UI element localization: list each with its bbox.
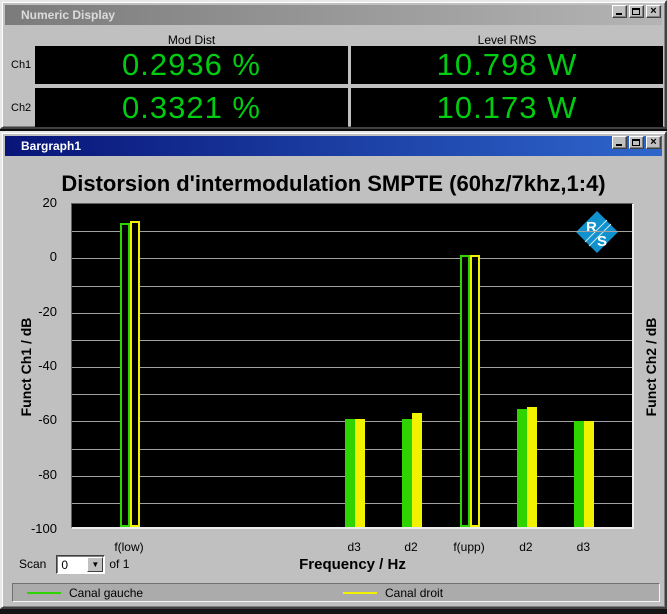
bar-d3-gauche <box>345 419 355 527</box>
maximize-button[interactable] <box>629 5 644 18</box>
bar-d3-droit <box>584 421 594 527</box>
close-icon: × <box>647 136 660 149</box>
x-axis-label: Frequency / Hz <box>71 556 634 573</box>
bar-f(low)-gauche <box>120 223 130 527</box>
y-tick-label: 20 <box>2 195 64 210</box>
legend-swatch-canal-gauche <box>27 592 61 594</box>
ch1-level-rms-value: 10.798 W <box>351 46 663 84</box>
chart-title: Distorsion d'intermodulation SMPTE (60hz… <box>2 171 665 197</box>
close-button[interactable]: × <box>646 136 661 149</box>
minimize-button[interactable] <box>612 5 627 18</box>
gridline <box>72 313 632 314</box>
ch1-mod-dist-value: 0.2936 % <box>35 46 348 84</box>
bar-d2-droit <box>527 407 537 527</box>
bar-f(upp)-gauche <box>460 255 470 527</box>
close-button[interactable]: × <box>646 5 661 18</box>
ch2-label: Ch2 <box>11 102 31 114</box>
y-axis-label-right: Funct Ch2 / dB <box>643 312 659 422</box>
category-label-d3: d3 <box>548 540 618 554</box>
legend-label-canal-droit: Canal droit <box>385 586 443 600</box>
svg-text:S: S <box>597 233 607 250</box>
ch2-level-rms-value: 10.173 W <box>351 88 663 127</box>
legend: Canal gauche Canal droit <box>12 583 660 602</box>
gridline <box>72 258 632 259</box>
bar-f(low)-droit <box>130 221 140 527</box>
legend-label-canal-gauche: Canal gauche <box>69 586 143 600</box>
bar-d3-droit <box>355 419 365 527</box>
maximize-button[interactable] <box>629 136 644 149</box>
svg-text:R: R <box>586 219 597 236</box>
scan-dropdown[interactable]: 0 ▼ <box>56 555 105 574</box>
ch1-label: Ch1 <box>11 59 31 71</box>
gridline <box>72 340 632 341</box>
scan-suffix: of 1 <box>109 557 129 571</box>
y-tick-label: 0 <box>2 249 64 264</box>
minimize-icon <box>616 13 622 15</box>
y-tick-label: -80 <box>2 467 64 482</box>
numeric-display-window: Numeric Display × Mod Dist Level RMS Ch1… <box>0 0 667 129</box>
gridline <box>72 286 632 287</box>
y-axis-label-left: Funct Ch1 / dB <box>18 312 34 422</box>
bar-d2-gauche <box>402 419 412 527</box>
maximize-icon <box>632 139 640 146</box>
legend-swatch-canal-droit <box>343 592 377 594</box>
bargraph-title: Bargraph1 <box>21 139 81 153</box>
scan-label: Scan <box>19 557 46 571</box>
numeric-display-titlebar[interactable]: Numeric Display <box>5 5 662 25</box>
bar-d2-gauche <box>517 409 527 527</box>
gridline <box>72 394 632 395</box>
maximize-icon <box>632 8 640 15</box>
scan-value: 0 <box>61 558 68 572</box>
ch2-mod-dist-value: 0.3321 % <box>35 88 348 127</box>
category-label-f(low): f(low) <box>94 540 164 554</box>
column-header-level-rms: Level RMS <box>351 33 663 46</box>
bargraph-titlebar[interactable]: Bargraph1 <box>5 136 662 156</box>
numeric-display-title: Numeric Display <box>21 8 115 22</box>
bar-d3-gauche <box>574 421 584 527</box>
minimize-button[interactable] <box>612 136 627 149</box>
desktop-strip <box>0 609 667 614</box>
plot-area: R S <box>71 203 634 529</box>
close-icon: × <box>647 5 660 18</box>
screen: Numeric Display × Mod Dist Level RMS Ch1… <box>0 0 667 614</box>
y-tick-label: -100 <box>2 521 64 536</box>
bar-f(upp)-droit <box>470 255 480 527</box>
minimize-icon <box>616 144 622 146</box>
dropdown-arrow-icon[interactable]: ▼ <box>87 557 103 572</box>
gridline <box>72 367 632 368</box>
gridline <box>72 231 632 232</box>
column-header-mod-dist: Mod Dist <box>35 33 348 46</box>
bargraph-window: Bargraph1 × Distorsion d'intermodulation… <box>0 131 667 609</box>
bar-d2-droit <box>412 413 422 527</box>
